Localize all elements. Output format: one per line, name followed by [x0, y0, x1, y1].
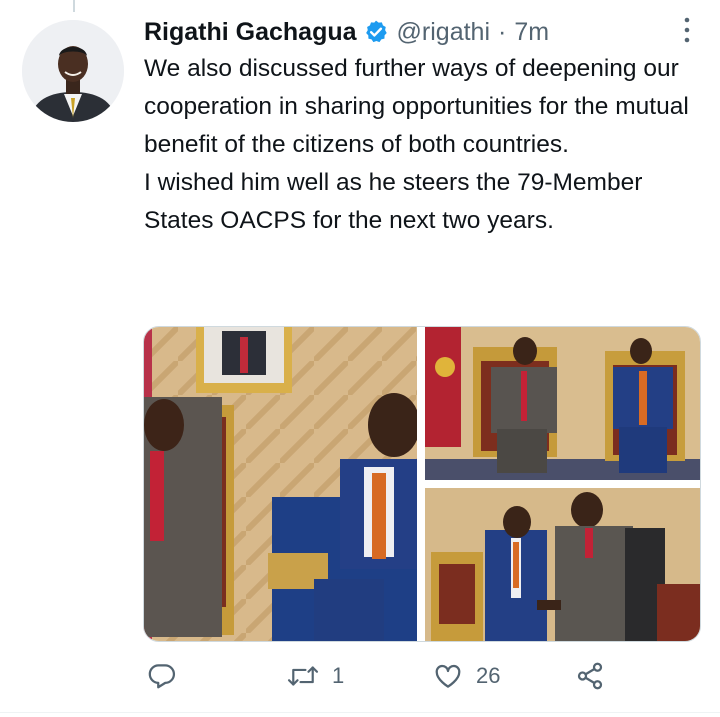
tweet: Rigathi Gachagua @rigathi · 7m We also d…	[0, 0, 720, 717]
author-handle[interactable]: @rigathi	[397, 18, 490, 47]
header-separator: ·	[498, 17, 507, 46]
heart-icon	[432, 661, 464, 691]
tweet-timestamp[interactable]: 7m	[514, 18, 549, 47]
tweet-actions: 1 26	[143, 656, 643, 696]
retweet-count: 1	[332, 663, 345, 688]
retweet-button[interactable]: 1	[286, 656, 344, 696]
tweet-text-paragraph: We also discussed further ways of deepen…	[144, 55, 689, 158]
like-button[interactable]: 26	[432, 656, 500, 696]
photo-2[interactable]	[425, 327, 700, 480]
photo-3[interactable]	[425, 488, 700, 641]
verified-badge-icon	[363, 19, 389, 45]
divider	[0, 712, 720, 713]
reply-icon	[147, 661, 177, 691]
like-count: 26	[476, 663, 501, 688]
tweet-text-paragraph: I wished him well as he steers the 79-Me…	[144, 169, 643, 234]
tweet-header: Rigathi Gachagua @rigathi · 7m	[144, 12, 549, 52]
share-icon	[575, 661, 605, 691]
more-icon[interactable]	[682, 16, 692, 44]
share-button[interactable]	[575, 656, 605, 696]
thread-connector-line	[73, 0, 75, 12]
photo-1[interactable]	[144, 327, 420, 641]
avatar[interactable]	[22, 20, 124, 122]
retweet-icon	[286, 661, 320, 691]
media-grid	[143, 326, 701, 642]
author-name[interactable]: Rigathi Gachagua	[144, 18, 357, 47]
tweet-text: We also discussed further ways of deepen…	[144, 50, 704, 240]
reply-button[interactable]	[147, 656, 189, 696]
avatar-photo	[22, 20, 124, 122]
